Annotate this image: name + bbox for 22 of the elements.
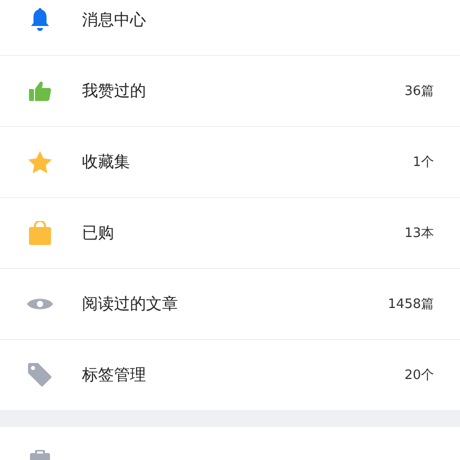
item-count: 13本 [404,225,434,242]
menu-item-label: 阅读过的文章 [82,294,179,314]
shopping-bag-icon [29,221,51,245]
item-count: 1个 [412,154,434,171]
menu-item-label: 收藏集 [82,152,131,172]
item-count: 36篇 [404,83,434,100]
tag-icon [28,363,52,387]
item-count: 20个 [404,367,434,384]
item-count: 1458篇 [388,296,434,313]
star-icon [28,150,52,174]
eye-icon [27,296,53,312]
menu-item-label: 我赞过的 [82,80,147,102]
menu-item[interactable]: 收藏集 1个 [0,127,460,198]
bell-icon [31,8,49,32]
menu-item-label: 消息中心 [82,10,147,30]
thumbs-up-icon [29,81,51,101]
menu-item-label: 已购 [82,222,115,244]
menu-item[interactable]: 我赞过的 36篇 [0,56,460,127]
menu-item-label: 标签管理 [82,364,147,386]
menu-item[interactable]: 已购 13本 [0,198,460,269]
menu-item[interactable]: 阅读过的文章 1458篇 [0,269,460,340]
menu-item[interactable]: 消息中心 [0,0,460,56]
